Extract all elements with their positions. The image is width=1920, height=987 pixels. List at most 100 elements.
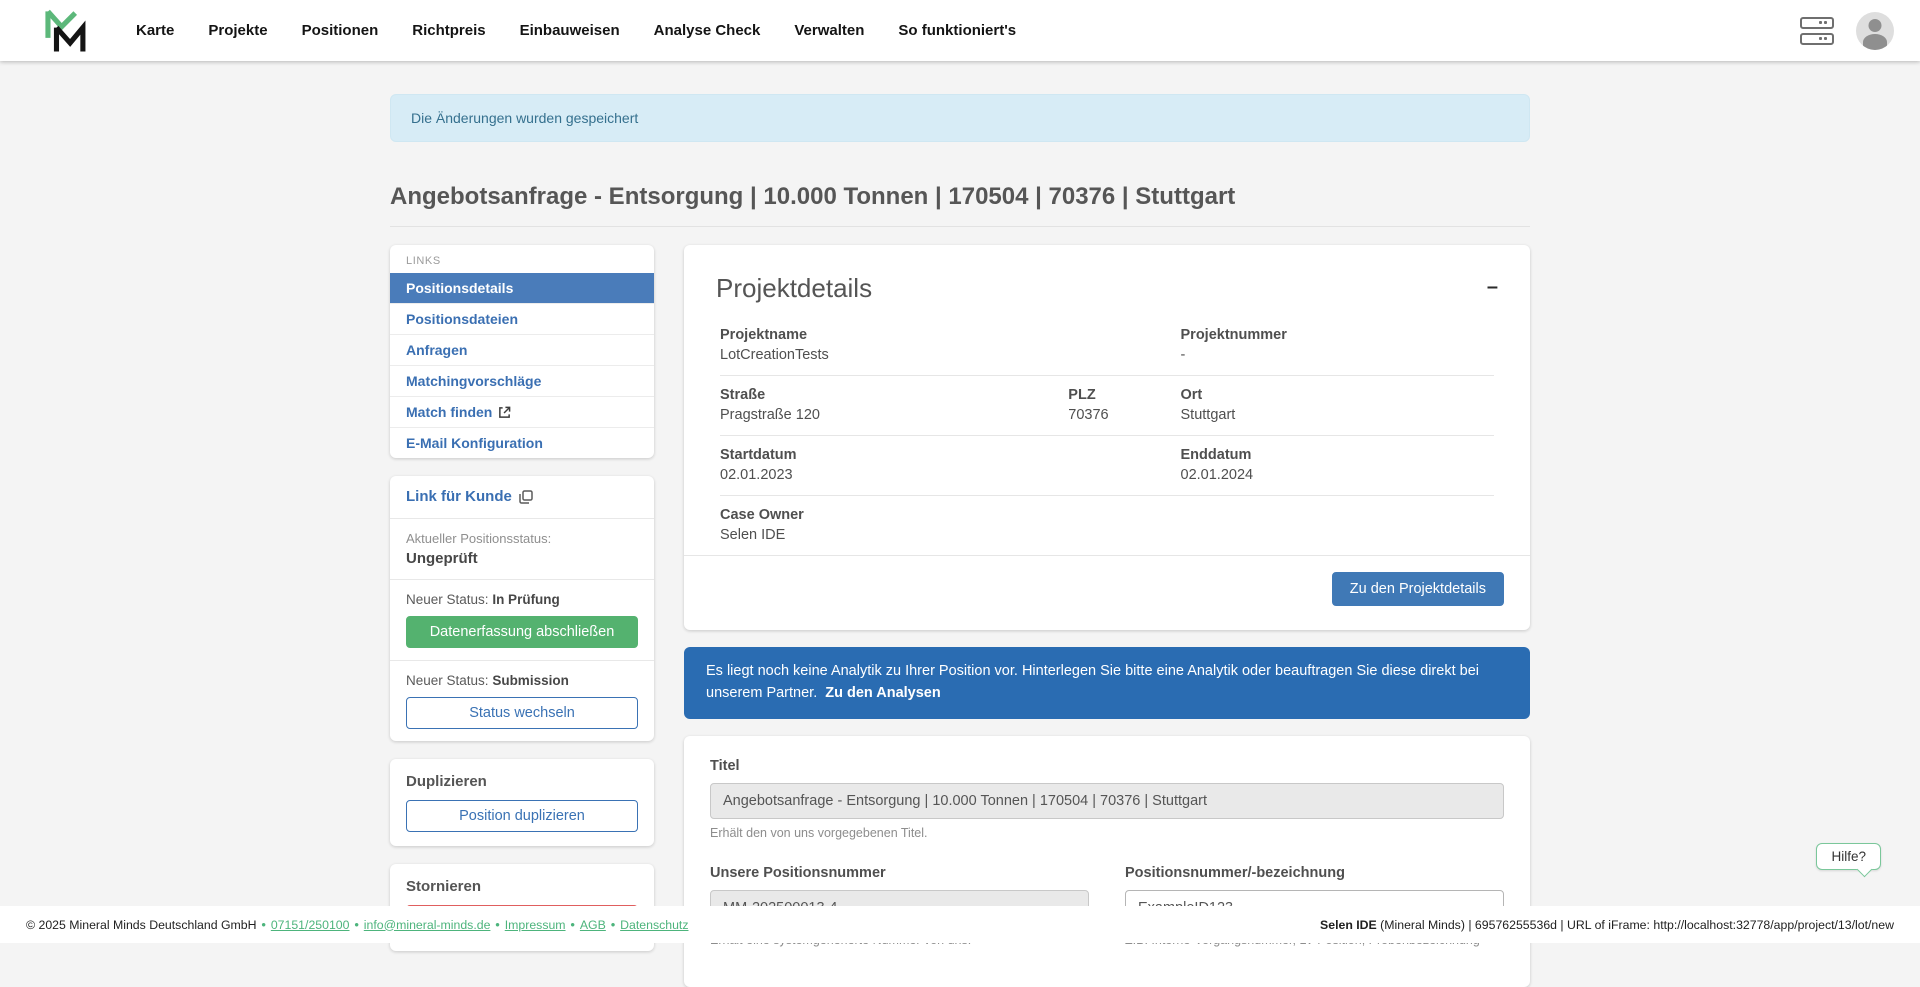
projektname-value: LotCreationTests: [720, 347, 1181, 363]
plz-value: 70376: [1068, 407, 1180, 423]
enddatum-label: Enddatum: [1181, 447, 1494, 463]
sidebar-item-matchingvorschlaege[interactable]: Matchingvorschläge: [390, 365, 654, 396]
titel-label: Titel: [710, 758, 1504, 774]
main-content: Projektdetails – Projektname LotCreation…: [684, 245, 1530, 987]
new-status-label: Neuer Status:: [406, 592, 489, 607]
page-title: Angebotsanfrage - Entsorgung | 10.000 To…: [390, 183, 1530, 211]
sidebar: LINKS Positionsdetails Positionsdateien …: [390, 245, 654, 969]
title-divider: [390, 226, 1530, 227]
analytics-banner: Es liegt noch keine Analytik zu Ihrer Po…: [684, 647, 1530, 719]
nav-item-projekte[interactable]: Projekte: [208, 22, 267, 39]
footer-separator: •: [495, 918, 499, 932]
ort-label: Ort: [1181, 387, 1494, 403]
project-row-dates: Startdatum 02.01.2023 Enddatum 02.01.202…: [720, 435, 1494, 495]
topbar-right: [1800, 12, 1894, 50]
project-row-address: Straße Pragstraße 120 PLZ 70376 Ort Stut…: [720, 375, 1494, 435]
unsere-positionsnummer-label: Unsere Positionsnummer: [710, 865, 1089, 881]
projektnummer-label: Projektnummer: [1181, 327, 1494, 343]
case-owner-value: Selen IDE: [720, 527, 1494, 543]
sidebar-item-label: Anfragen: [406, 342, 467, 358]
sidebar-item-label: Positionsdetails: [406, 280, 513, 296]
nav-item-verwalten[interactable]: Verwalten: [794, 22, 864, 39]
case-owner-label: Case Owner: [720, 507, 1494, 523]
server-stack-icon[interactable]: [1800, 14, 1834, 48]
new-status-row-1: Neuer Status: In Prüfung: [406, 592, 638, 607]
sidebar-item-email-konfiguration[interactable]: E-Mail Konfiguration: [390, 427, 654, 458]
nav-item-positionen[interactable]: Positionen: [302, 22, 379, 39]
user-avatar-icon[interactable]: [1856, 12, 1894, 50]
main-nav: Karte Projekte Positionen Richtpreis Ein…: [136, 22, 1016, 39]
project-row-owner: Case Owner Selen IDE: [720, 495, 1494, 555]
positionsnummer-label: Positionsnummer/-bezeichnung: [1125, 865, 1504, 881]
alert-message: Die Änderungen wurden gespeichert: [411, 110, 638, 126]
footer-email-link[interactable]: info@mineral-minds.de: [364, 918, 491, 932]
cancel-title: Stornieren: [406, 878, 638, 895]
footer-separator: •: [262, 918, 266, 932]
duplicate-title: Duplizieren: [406, 773, 638, 790]
titel-input: [710, 783, 1504, 819]
links-header: LINKS: [390, 245, 654, 273]
mineral-minds-logo[interactable]: [42, 6, 88, 56]
footer-session-info: Selen IDE (Mineral Minds) | 69576255536d…: [1320, 918, 1894, 932]
sidebar-item-label: E-Mail Konfiguration: [406, 435, 543, 451]
footer-user-suffix: (Mineral Minds) | 69576255536d | URL of …: [1377, 918, 1894, 932]
nav-item-karte[interactable]: Karte: [136, 22, 174, 39]
projektnummer-value: -: [1181, 347, 1494, 363]
current-status-value: Ungeprüft: [406, 550, 638, 567]
plz-label: PLZ: [1068, 387, 1180, 403]
footer-separator: •: [611, 918, 615, 932]
position-form-card: Titel Erhält den von uns vorgegebenen Ti…: [684, 736, 1530, 987]
footer-separator: •: [571, 918, 575, 932]
new-status-value: Submission: [492, 673, 569, 688]
nav-item-so-funktionierts[interactable]: So funktioniert's: [898, 22, 1016, 39]
customer-link[interactable]: Link für Kunde: [406, 488, 533, 505]
ort-value: Stuttgart: [1181, 407, 1494, 423]
nav-item-analyse-check[interactable]: Analyse Check: [654, 22, 761, 39]
sidebar-item-match-finden[interactable]: Match finden: [390, 396, 654, 427]
strasse-label: Straße: [720, 387, 1068, 403]
goto-analyses-link[interactable]: Zu den Analysen: [825, 685, 940, 701]
new-status-label: Neuer Status:: [406, 673, 489, 688]
new-status-row-2: Neuer Status: Submission: [406, 673, 638, 688]
analytics-banner-message: Es liegt noch keine Analytik zu Ihrer Po…: [706, 663, 1479, 701]
startdatum-label: Startdatum: [720, 447, 1181, 463]
copy-icon: [519, 490, 533, 504]
sidebar-item-positionsdetails[interactable]: Positionsdetails: [390, 273, 654, 303]
strasse-value: Pragstraße 120: [720, 407, 1068, 423]
goto-project-details-button[interactable]: Zu den Projektdetails: [1332, 572, 1504, 606]
finish-data-entry-button[interactable]: Datenerfassung abschließen: [406, 616, 638, 648]
startdatum-value: 02.01.2023: [720, 467, 1181, 483]
help-button[interactable]: Hilfe?: [1816, 843, 1881, 870]
duplicate-position-button[interactable]: Position duplizieren: [406, 800, 638, 832]
footer-impressum-link[interactable]: Impressum: [505, 918, 566, 932]
project-details-card: Projektdetails – Projektname LotCreation…: [684, 245, 1530, 630]
footer-left: © 2025 Mineral Minds Deutschland GmbH • …: [26, 918, 689, 932]
projektname-label: Projektname: [720, 327, 1181, 343]
footer-user: Selen IDE: [1320, 918, 1377, 932]
collapse-icon[interactable]: –: [1481, 273, 1504, 301]
titel-helper: Erhält den von uns vorgegebenen Titel.: [710, 826, 1504, 840]
top-navigation-bar: Karte Projekte Positionen Richtpreis Ein…: [0, 0, 1920, 61]
switch-status-button[interactable]: Status wechseln: [406, 697, 638, 729]
project-details-title: Projektdetails: [716, 273, 872, 304]
footer-separator: •: [354, 918, 358, 932]
footer-datenschutz-link[interactable]: Datenschutz: [620, 918, 688, 932]
current-status-label: Aktueller Positionsstatus:: [406, 531, 638, 546]
project-row-name: Projektname LotCreationTests Projektnumm…: [720, 316, 1494, 375]
sidebar-item-label: Match finden: [406, 404, 492, 420]
new-status-value: In Prüfung: [492, 592, 560, 607]
enddatum-value: 02.01.2024: [1181, 467, 1494, 483]
footer-phone-link[interactable]: 07151/250100: [271, 918, 350, 932]
sidebar-item-label: Positionsdateien: [406, 311, 518, 327]
footer-copyright: © 2025 Mineral Minds Deutschland GmbH: [26, 918, 257, 932]
links-card: LINKS Positionsdetails Positionsdateien …: [390, 245, 654, 458]
footer: © 2025 Mineral Minds Deutschland GmbH • …: [0, 906, 1920, 943]
footer-agb-link[interactable]: AGB: [580, 918, 606, 932]
external-link-icon: [498, 406, 511, 419]
sidebar-item-anfragen[interactable]: Anfragen: [390, 334, 654, 365]
sidebar-item-positionsdateien[interactable]: Positionsdateien: [390, 303, 654, 334]
status-card: Link für Kunde Aktueller Positionsstatus…: [390, 476, 654, 741]
customer-link-label: Link für Kunde: [406, 488, 512, 505]
nav-item-richtpreis[interactable]: Richtpreis: [412, 22, 485, 39]
nav-item-einbauweisen[interactable]: Einbauweisen: [520, 22, 620, 39]
